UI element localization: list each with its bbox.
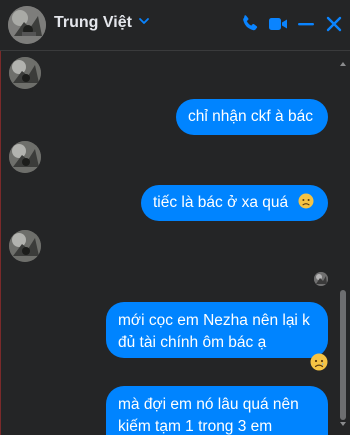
video-call-icon[interactable] xyxy=(266,12,290,36)
peer-avatar[interactable] xyxy=(9,57,41,89)
contact-avatar[interactable] xyxy=(8,6,46,44)
peer-avatar[interactable] xyxy=(9,141,41,173)
message-text: mà đợi em nó lâu quá nên kiếm tạm 1 tron… xyxy=(118,396,299,435)
close-icon[interactable] xyxy=(322,12,346,36)
chevron-down-icon[interactable] xyxy=(137,14,151,28)
scroll-down-arrow-icon[interactable] xyxy=(339,420,347,428)
disappointed-face-icon xyxy=(298,193,314,209)
message-bubble[interactable]: tiếc là bác ở xa quá xyxy=(141,185,328,221)
message-bubble[interactable]: mới cọc em Nezha nên lại k đủ tài chính … xyxy=(106,302,328,358)
scrollbar[interactable] xyxy=(338,60,348,435)
phone-icon[interactable] xyxy=(238,12,262,36)
chat-header: Trung Việt xyxy=(0,0,350,51)
message-bubble[interactable]: mà đợi em nó lâu quá nên kiếm tạm 1 tron… xyxy=(106,386,328,435)
message-text: tiếc là bác ở xa quá xyxy=(153,194,289,211)
message-text: mới cọc em Nezha nên lại k đủ tài chính … xyxy=(118,312,310,351)
scrollbar-thumb[interactable] xyxy=(340,290,346,420)
message-text: chỉ nhận ckf à bác xyxy=(188,108,313,125)
minimize-icon[interactable] xyxy=(294,12,318,36)
message-bubble[interactable]: chỉ nhận ckf à bác xyxy=(176,99,328,135)
contact-name[interactable]: Trung Việt xyxy=(54,14,132,32)
sad-face-icon xyxy=(310,353,328,371)
message-list[interactable]: chỉ nhận ckf à bác tiếc là bác ở xa quá … xyxy=(0,51,350,435)
scroll-up-arrow-icon[interactable] xyxy=(339,60,347,68)
seen-indicator-avatar xyxy=(314,272,328,286)
chat-window: Trung Việt chỉ nhận ckf à bác tiếc là bá… xyxy=(0,0,350,435)
peer-avatar[interactable] xyxy=(9,230,41,262)
